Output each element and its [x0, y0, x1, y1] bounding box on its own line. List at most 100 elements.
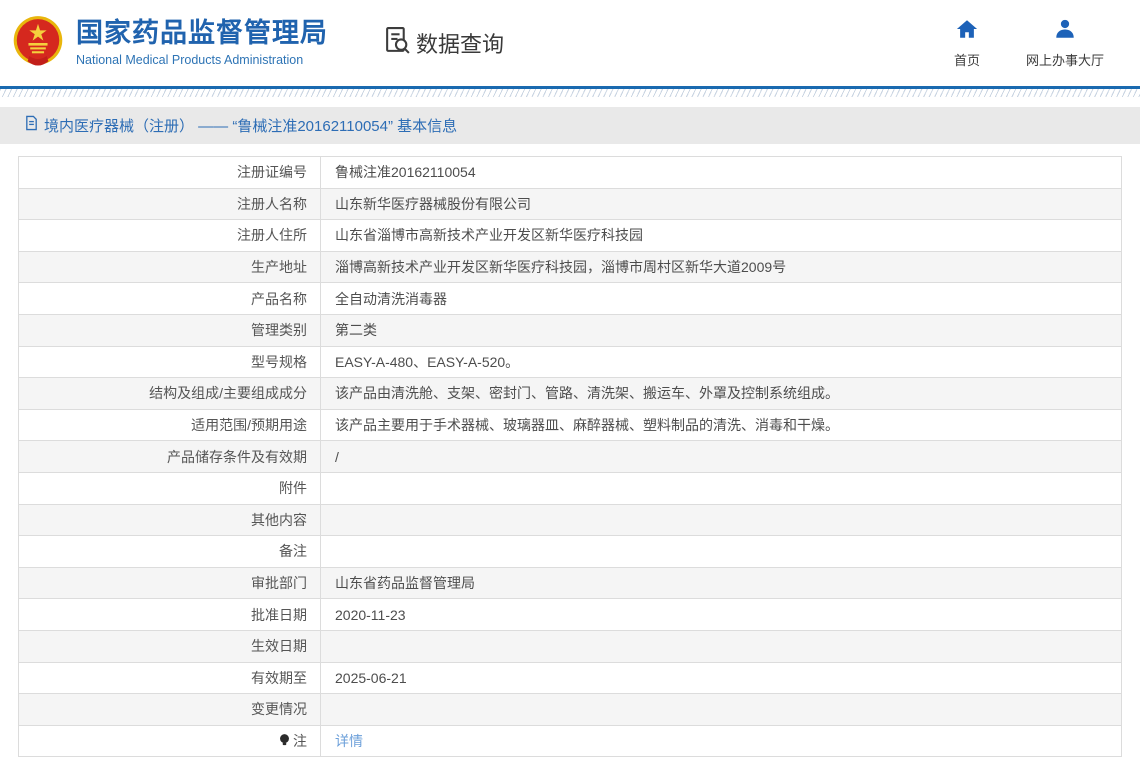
- table-row: 型号规格 EASY-A-480、EASY-A-520。: [19, 346, 1122, 378]
- row-label-text: 产品储存条件及有效期: [167, 449, 307, 465]
- table-row: 注 详情: [19, 725, 1122, 757]
- row-label-text: 生产地址: [251, 259, 307, 275]
- nav-online-service-hall[interactable]: 网上办事大厅: [1026, 18, 1104, 69]
- bulb-icon: [278, 733, 291, 750]
- table-row: 适用范围/预期用途 该产品主要用于手术器械、玻璃器皿、麻醉器械、塑料制品的清洗、…: [19, 409, 1122, 441]
- header-nav: 首页 网上办事大厅: [954, 18, 1104, 69]
- row-label: 生产地址: [19, 251, 321, 283]
- table-row: 生产地址 淄博高新技术产业开发区新华医疗科技园，淄博市周村区新华大道2009号: [19, 251, 1122, 283]
- row-label: 有效期至: [19, 662, 321, 694]
- table-row: 其他内容: [19, 504, 1122, 536]
- user-icon: [1054, 18, 1076, 45]
- row-label-text: 其他内容: [251, 512, 307, 528]
- row-value: 详情: [321, 725, 1122, 757]
- row-label-text: 结构及组成/主要组成成分: [149, 385, 307, 401]
- national-emblem-logo: [12, 14, 64, 72]
- row-label-text: 有效期至: [251, 670, 307, 686]
- row-value: [321, 630, 1122, 662]
- striped-band: [0, 89, 1140, 97]
- row-value: 全自动清洗消毒器: [321, 283, 1122, 315]
- row-label-text: 注册证编号: [237, 164, 307, 180]
- row-label: 管理类别: [19, 314, 321, 346]
- row-value: [321, 694, 1122, 726]
- table-row: 有效期至 2025-06-21: [19, 662, 1122, 694]
- row-label: 适用范围/预期用途: [19, 409, 321, 441]
- row-label: 注册证编号: [19, 157, 321, 189]
- table-row: 变更情况: [19, 694, 1122, 726]
- row-label-text: 附件: [279, 480, 307, 496]
- row-value: 山东省药品监督管理局: [321, 567, 1122, 599]
- org-name-cn: 国家药品监督管理局: [76, 19, 328, 49]
- row-value: /: [321, 441, 1122, 473]
- row-value: 2020-11-23: [321, 599, 1122, 631]
- row-value: 2025-06-21: [321, 662, 1122, 694]
- row-value: 该产品主要用于手术器械、玻璃器皿、麻醉器械、塑料制品的清洗、消毒和干燥。: [321, 409, 1122, 441]
- row-label: 产品储存条件及有效期: [19, 441, 321, 473]
- table-row: 结构及组成/主要组成成分 该产品由清洗舱、支架、密封门、管路、清洗架、搬运车、外…: [19, 378, 1122, 410]
- document-search-icon: [384, 26, 411, 60]
- table-row: 生效日期: [19, 630, 1122, 662]
- row-label: 审批部门: [19, 567, 321, 599]
- main-content: 注册证编号 鲁械注准20162110054 注册人名称 山东新华医疗器械股份有限…: [0, 144, 1140, 757]
- table-row: 产品储存条件及有效期 /: [19, 441, 1122, 473]
- row-label: 结构及组成/主要组成成分: [19, 378, 321, 410]
- row-label: 其他内容: [19, 504, 321, 536]
- row-label: 备注: [19, 536, 321, 568]
- site-header: 国家药品监督管理局 National Medical Products Admi…: [0, 0, 1140, 86]
- table-row: 注册人住所 山东省淄博市高新技术产业开发区新华医疗科技园: [19, 220, 1122, 252]
- row-label-text: 产品名称: [251, 291, 307, 307]
- table-row: 管理类别 第二类: [19, 314, 1122, 346]
- nav-home[interactable]: 首页: [954, 18, 980, 69]
- document-icon: [24, 115, 39, 136]
- nav-hall-label: 网上办事大厅: [1026, 50, 1104, 69]
- org-name-en: National Medical Products Administration: [76, 53, 328, 67]
- row-value: 该产品由清洗舱、支架、密封门、管路、清洗架、搬运车、外罩及控制系统组成。: [321, 378, 1122, 410]
- row-label: 注册人名称: [19, 188, 321, 220]
- data-query-link[interactable]: 数据查询: [384, 26, 504, 60]
- header-left: 国家药品监督管理局 National Medical Products Admi…: [12, 14, 504, 72]
- table-row: 注册证编号 鲁械注准20162110054: [19, 157, 1122, 189]
- row-value: 山东省淄博市高新技术产业开发区新华医疗科技园: [321, 220, 1122, 252]
- org-titles: 国家药品监督管理局 National Medical Products Admi…: [76, 19, 328, 67]
- table-row: 审批部门 山东省药品监督管理局: [19, 567, 1122, 599]
- registration-info-table: 注册证编号 鲁械注准20162110054 注册人名称 山东新华医疗器械股份有限…: [18, 156, 1122, 757]
- row-label: 附件: [19, 472, 321, 504]
- row-label-text: 批准日期: [251, 607, 307, 623]
- row-label-text: 注册人名称: [237, 196, 307, 212]
- table-row: 批准日期 2020-11-23: [19, 599, 1122, 631]
- breadcrumb-bar: 境内医疗器械（注册） —— “鲁械注准20162110054” 基本信息: [0, 107, 1140, 144]
- row-label-text: 审批部门: [251, 575, 307, 591]
- row-label: 变更情况: [19, 694, 321, 726]
- row-label-text: 管理类别: [251, 322, 307, 338]
- table-row: 备注: [19, 536, 1122, 568]
- row-label: 注册人住所: [19, 220, 321, 252]
- table-row: 产品名称 全自动清洗消毒器: [19, 283, 1122, 315]
- detail-link[interactable]: 详情: [335, 733, 363, 749]
- row-label-text: 生效日期: [251, 638, 307, 654]
- row-label-text: 型号规格: [251, 354, 307, 370]
- data-query-label: 数据查询: [416, 27, 504, 59]
- row-label-text: 备注: [279, 543, 307, 559]
- row-label: 型号规格: [19, 346, 321, 378]
- row-value: 鲁械注准20162110054: [321, 157, 1122, 189]
- row-value: 山东新华医疗器械股份有限公司: [321, 188, 1122, 220]
- breadcrumb: 境内医疗器械（注册） —— “鲁械注准20162110054” 基本信息: [44, 115, 457, 136]
- row-label-text: 注: [293, 733, 307, 749]
- row-value: 第二类: [321, 314, 1122, 346]
- row-label-text: 变更情况: [251, 701, 307, 717]
- row-value: [321, 504, 1122, 536]
- nav-home-label: 首页: [954, 50, 980, 69]
- row-value: [321, 472, 1122, 504]
- table-row: 注册人名称 山东新华医疗器械股份有限公司: [19, 188, 1122, 220]
- row-value: 淄博高新技术产业开发区新华医疗科技园，淄博市周村区新华大道2009号: [321, 251, 1122, 283]
- row-label: 批准日期: [19, 599, 321, 631]
- row-value: [321, 536, 1122, 568]
- row-label: 产品名称: [19, 283, 321, 315]
- row-label-text: 适用范围/预期用途: [191, 417, 307, 433]
- row-value: EASY-A-480、EASY-A-520。: [321, 346, 1122, 378]
- table-row: 附件: [19, 472, 1122, 504]
- row-label-text: 注册人住所: [237, 227, 307, 243]
- row-label: 注: [19, 725, 321, 757]
- home-icon: [956, 18, 978, 45]
- row-label: 生效日期: [19, 630, 321, 662]
